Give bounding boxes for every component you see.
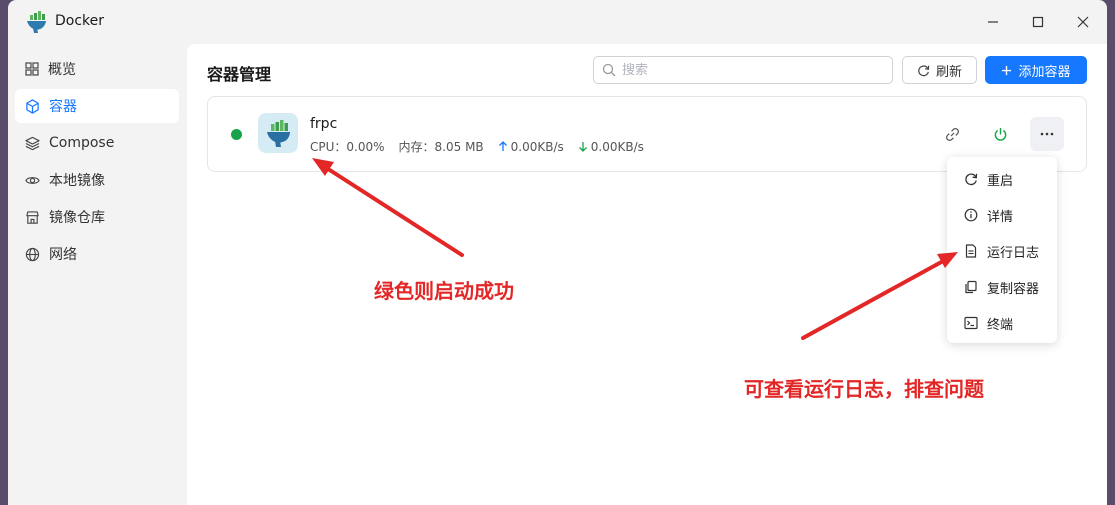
upload-stat: 0.00KB/s — [498, 140, 564, 154]
sidebar-item-label: 网络 — [49, 247, 77, 263]
title-bar: Docker — [8, 0, 1107, 44]
sidebar-item-overview[interactable]: 概览 — [15, 52, 179, 86]
download-speed: 0.00KB/s — [590, 139, 644, 154]
info-icon — [964, 208, 978, 222]
add-container-label: 添加容器 — [1018, 64, 1071, 80]
sidebar-item-compose[interactable]: Compose — [15, 126, 179, 160]
page-title: 容器管理 — [207, 65, 272, 84]
menu-item-details[interactable]: 详情 — [947, 197, 1057, 233]
arrow-down-icon — [578, 142, 587, 152]
sidebar-item-label: 概览 — [48, 62, 76, 78]
open-link-button[interactable] — [935, 117, 969, 151]
cube-icon — [26, 98, 39, 114]
app-title: Docker — [55, 13, 105, 29]
log-icon — [965, 244, 977, 258]
upload-speed: 0.00KB/s — [510, 139, 564, 154]
search-box[interactable] — [593, 56, 893, 84]
container-name: frpc — [310, 116, 338, 132]
annotation-logs-hint: 可查看运行日志，排查问题 — [744, 377, 984, 401]
annotation-green-status: 绿色则启动成功 — [374, 279, 514, 303]
copy-icon — [965, 280, 977, 294]
add-container-button[interactable]: 添加容器 — [985, 56, 1087, 84]
close-icon — [1077, 16, 1089, 28]
sidebar-item-containers[interactable]: 容器 — [15, 89, 179, 123]
cpu-usage: CPU：0.00% — [310, 140, 385, 154]
terminal-icon — [964, 316, 978, 330]
sidebar-item-label: Compose — [49, 135, 115, 151]
power-icon — [994, 127, 1006, 141]
sidebar-item-image-registry[interactable]: 镜像仓库 — [15, 200, 179, 234]
arrow-up-icon — [498, 141, 507, 151]
plus-icon — [1002, 65, 1012, 75]
menu-item-duplicate[interactable]: 复制容器 — [947, 269, 1057, 305]
sidebar-item-label: 容器 — [49, 99, 77, 115]
search-icon — [602, 63, 616, 77]
container-actions-menu: 重启 详情 运行日志 复制容器 终端 — [947, 157, 1057, 343]
refresh-label: 刷新 — [935, 64, 962, 80]
minimize-icon — [988, 21, 998, 23]
sidebar-item-label: 本地镜像 — [49, 173, 105, 189]
menu-item-label: 重启 — [987, 173, 1014, 189]
docker-window: Docker 概览 容器 Compose 本地镜像 镜像仓库 网络 容器管理 搜… — [8, 0, 1107, 505]
sidebar-item-label: 镜像仓库 — [49, 210, 105, 226]
more-icon — [1040, 132, 1054, 136]
refresh-button[interactable]: 刷新 — [902, 56, 977, 84]
container-stats: CPU：0.00% 内存：8.05 MB 0.00KB/s 0.00KB/s — [310, 138, 644, 155]
maximize-button[interactable] — [1024, 10, 1052, 34]
menu-item-label: 运行日志 — [987, 245, 1040, 261]
menu-item-label: 详情 — [987, 209, 1014, 225]
eye-icon — [25, 176, 40, 184]
status-indicator — [231, 129, 242, 140]
menu-item-label: 终端 — [987, 317, 1014, 333]
minimize-button[interactable] — [979, 10, 1007, 34]
menu-item-logs[interactable]: 运行日志 — [947, 233, 1057, 269]
maximize-icon — [1032, 16, 1044, 28]
link-icon — [945, 127, 959, 141]
menu-item-terminal[interactable]: 终端 — [947, 305, 1057, 341]
sidebar-item-network[interactable]: 网络 — [15, 237, 179, 271]
docker-logo-icon — [24, 10, 48, 34]
store-icon — [26, 210, 39, 224]
close-button[interactable] — [1069, 10, 1097, 34]
more-actions-button[interactable] — [1030, 117, 1064, 151]
globe-icon — [25, 247, 40, 261]
layers-icon — [25, 136, 40, 150]
menu-item-label: 复制容器 — [987, 281, 1040, 297]
download-stat: 0.00KB/s — [578, 140, 644, 154]
grid-icon — [25, 62, 39, 76]
menu-item-restart[interactable]: 重启 — [947, 161, 1057, 197]
frpc-app-icon — [258, 113, 298, 153]
power-button[interactable] — [983, 117, 1017, 151]
search-input[interactable] — [622, 62, 872, 78]
sidebar-item-local-images[interactable]: 本地镜像 — [15, 163, 179, 197]
memory-usage: 内存：8.05 MB — [398, 140, 484, 154]
refresh-icon — [918, 64, 930, 76]
restart-icon — [965, 173, 978, 186]
sidebar: 概览 容器 Compose 本地镜像 镜像仓库 网络 — [8, 44, 187, 505]
